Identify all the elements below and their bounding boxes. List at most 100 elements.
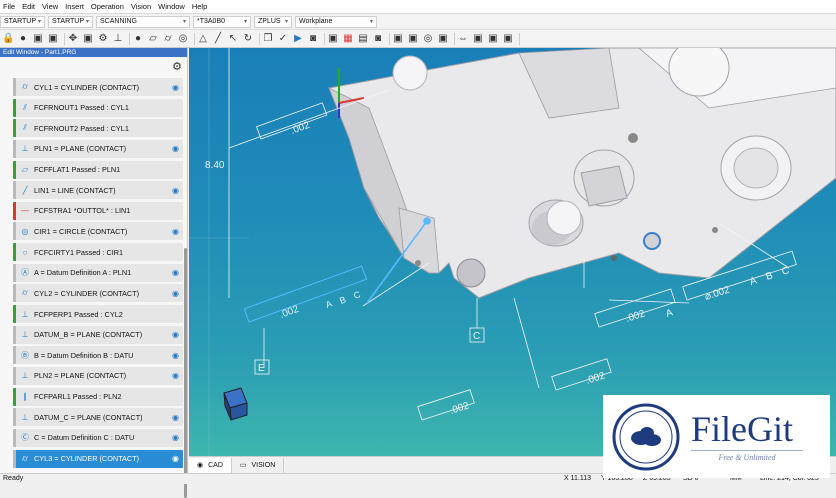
cube-icon[interactable]: ▣ (487, 33, 499, 45)
list-item[interactable]: ╱ LIN1 = LINE (CONTACT) ◉ (13, 181, 183, 200)
list-item-label: CIR1 = CIRCLE (CONTACT) (34, 226, 128, 236)
lock-icon[interactable]: 🔒 (2, 33, 14, 45)
copy-icon[interactable]: ❐ (262, 33, 274, 45)
list-item-label: FCFSTRA1 *OUTTOL* : LIN1 (34, 206, 131, 216)
startup-dropdown-1[interactable]: STARTUP ▾ (0, 15, 45, 28)
arrows-icon[interactable]: ⇔ (457, 33, 469, 45)
cube-icon[interactable]: ▣ (392, 33, 404, 45)
cube-icon[interactable]: ▣ (82, 33, 94, 45)
eye-icon[interactable]: ◉ (169, 289, 179, 298)
list-item[interactable]: ∥ FCFPARL1 Passed : PLN2 (13, 387, 183, 406)
feature-icon: ⊥ (21, 371, 29, 381)
toolbar-separator (259, 32, 260, 45)
eye-icon[interactable]: ◉ (169, 413, 179, 422)
cone-icon[interactable]: △ (197, 33, 209, 45)
eye-icon[interactable]: ◉ (169, 351, 179, 360)
gear-icon[interactable]: ⚙ (172, 60, 182, 73)
eye-icon[interactable]: ◉ (169, 186, 179, 195)
eye-icon[interactable]: ◉ (169, 144, 179, 153)
rotate-icon[interactable]: ↻ (242, 33, 254, 45)
status-bar-indicator (13, 449, 16, 468)
list-item[interactable]: ○ FCFCIRTY1 Passed : CIR1 (13, 243, 183, 262)
probe-dropdown[interactable]: *T3A0B0 ▾ (193, 15, 251, 28)
menu-item-window[interactable]: Window (158, 2, 185, 11)
dropdown-value: SCANNING (100, 18, 137, 25)
target-icon[interactable]: ◎ (422, 33, 434, 45)
list-item[interactable]: ⊥ PLN1 = PLANE (CONTACT) ◉ (13, 139, 183, 158)
list-item[interactable]: ⊥ PLN2 = PLANE (CONTACT) ◉ (13, 366, 183, 385)
eye-icon[interactable]: ◉ (169, 83, 179, 92)
sphere-icon[interactable]: ● (132, 33, 144, 45)
toolbar-separator (64, 32, 65, 45)
cube-icon[interactable]: ▣ (472, 33, 484, 45)
list-item[interactable]: ⊥ DATUM_C = PLANE (CONTACT) ◉ (13, 408, 183, 427)
cad-icon: ◉ (197, 462, 204, 469)
list-item[interactable]: Ⓐ A = Datum Definition A : PLN1 ◉ (13, 263, 183, 282)
list-item[interactable]: ⊥ DATUM_B = PLANE (CONTACT) ◉ (13, 325, 183, 344)
list-item[interactable]: ⌭ CYL1 = CYLINDER (CONTACT) ◉ (13, 78, 183, 96)
status-bar-indicator (13, 119, 16, 138)
list-item[interactable]: ⊥ FCFPERP1 Passed : CYL2 (13, 305, 183, 324)
camera-icon[interactable]: ◙ (372, 33, 384, 45)
list-item[interactable]: ⌭ CYL3 = CYLINDER (CONTACT) ◉ (13, 449, 183, 468)
eye-icon[interactable]: ◉ (169, 268, 179, 277)
tab-cad[interactable]: ◉ CAD (189, 457, 232, 473)
cube-icon[interactable]: ▣ (32, 33, 44, 45)
menu-item-vision[interactable]: Vision (131, 2, 151, 11)
menu-item-view[interactable]: View (42, 2, 58, 11)
eye-icon[interactable]: ◉ (169, 371, 179, 380)
cube-icon[interactable]: ▣ (47, 33, 59, 45)
camera-icon[interactable]: ◙ (307, 33, 319, 45)
list-item[interactable]: Ⓑ B = Datum Definition B : DATU ◉ (13, 346, 183, 365)
menu-item-operation[interactable]: Operation (91, 2, 124, 11)
checkmark-icon[interactable]: ✓ (277, 33, 289, 45)
cube-icon[interactable]: ▣ (407, 33, 419, 45)
menu-item-insert[interactable]: Insert (65, 2, 84, 11)
cube-icon[interactable]: ▣ (437, 33, 449, 45)
pointer-icon[interactable]: ↖ (227, 33, 239, 45)
svg-text:.002: .002 (585, 370, 607, 387)
list-item[interactable]: Ⓒ C = Datum Definition C : DATU ◉ (13, 428, 183, 447)
list-item[interactable]: ⌭ CYL2 = CYLINDER (CONTACT) ◉ (13, 284, 183, 303)
status-bar-indicator (13, 387, 16, 406)
status-bar-indicator (13, 305, 16, 324)
sphere-icon[interactable]: ● (17, 33, 29, 45)
list-item[interactable]: — FCFSTRA1 *OUTTOL* : LIN1 (13, 201, 183, 220)
scanning-dropdown[interactable]: SCANNING ▾ (96, 15, 190, 28)
gear-icon[interactable]: ⚙ (97, 33, 109, 45)
menu-item-edit[interactable]: Edit (22, 2, 35, 11)
list-item[interactable]: ⫽ FCFRNOUT1 Passed : CYL1 (13, 98, 183, 117)
zplus-dropdown[interactable]: ZPLUS ▾ (254, 15, 292, 28)
tab-vision-label: VISION (251, 461, 276, 469)
toolbar-separator (194, 32, 195, 45)
list-item[interactable]: ▱ FCFFLAT1 Passed : PLN1 (13, 160, 183, 179)
scrollbar[interactable] (184, 248, 187, 498)
list-item-label: DATUM_B = PLANE (CONTACT) (34, 330, 143, 340)
color-icon[interactable]: ▦ (342, 33, 354, 45)
cube-icon[interactable]: ▣ (327, 33, 339, 45)
menu-item-file[interactable]: File (3, 2, 15, 11)
eye-icon[interactable]: ◉ (169, 433, 179, 442)
list-item[interactable]: ◎ CIR1 = CIRCLE (CONTACT) ◉ (13, 222, 183, 241)
view-cube[interactable] (223, 387, 248, 421)
edit-window-toolbar: ⚙ (0, 57, 187, 77)
eye-icon[interactable]: ◉ (169, 454, 179, 463)
menu-item-help[interactable]: Help (192, 2, 207, 11)
move-icon[interactable]: ✥ (67, 33, 79, 45)
list-item[interactable]: ⫽ FCFRNOUT2 Passed : CYL1 (13, 119, 183, 138)
startup-dropdown-2[interactable]: STARTUP ▾ (48, 15, 93, 28)
probe-icon[interactable]: ⊥ (112, 33, 124, 45)
line-icon[interactable]: ╱ (212, 33, 224, 45)
tab-vision[interactable]: ▭ VISION (232, 457, 285, 473)
workplane-dropdown[interactable]: Workplane ▾ (295, 15, 377, 28)
cube-icon[interactable]: ▣ (502, 33, 514, 45)
circle-icon[interactable]: ◎ (177, 33, 189, 45)
list-item-label: CYL1 = CYLINDER (CONTACT) (34, 82, 140, 92)
plane-icon[interactable]: ▱ (147, 33, 159, 45)
eye-icon[interactable]: ◉ (169, 227, 179, 236)
eye-icon[interactable]: ◉ (169, 330, 179, 339)
grid-icon[interactable]: ▤ (357, 33, 369, 45)
fcf-selected[interactable]: .002 A B C (243, 265, 368, 323)
play-icon[interactable]: ▶ (292, 33, 304, 45)
cylinder-icon[interactable]: ⌭ (162, 33, 174, 45)
